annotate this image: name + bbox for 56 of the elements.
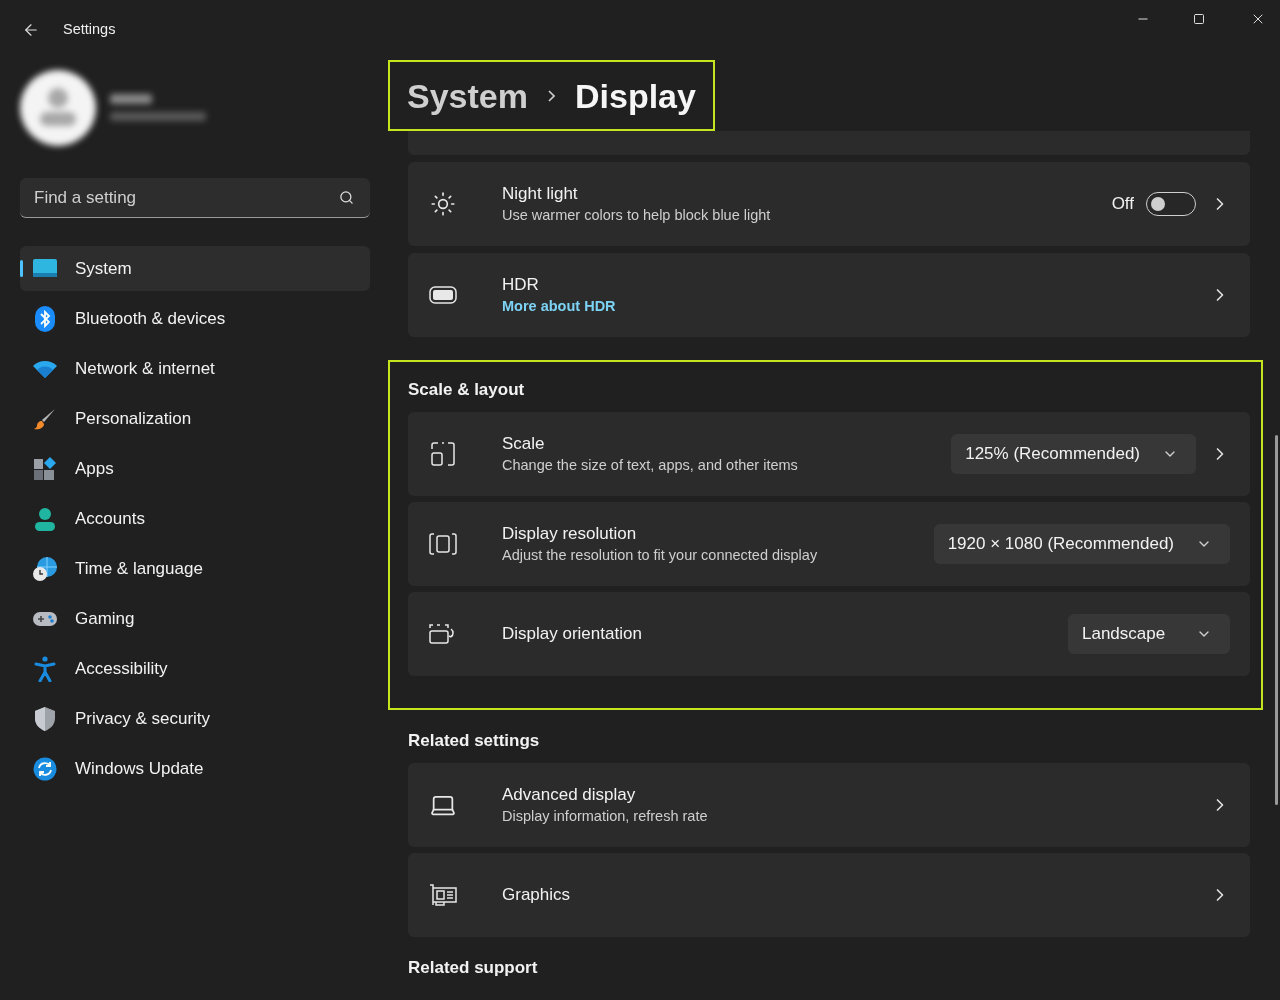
section-heading: Related support [408,957,539,979]
resolution-icon [428,532,458,556]
setting-title: Night light [502,182,579,205]
globe-clock-icon [31,555,59,582]
hdr-link[interactable]: More about HDR [502,295,616,316]
apps-icon [31,456,59,481]
dropdown[interactable]: 125% (Recommended) [951,434,1196,474]
scale-icon [428,441,458,467]
search-icon [339,190,354,205]
nav-item[interactable]: Gaming [20,596,370,641]
dropdown[interactable]: 1920 × 1080 (Recommended) [933,524,1230,564]
setting-title: Scale [502,432,546,455]
setting-description: Display information, refresh rate [502,806,708,826]
window-title: Settings [63,20,116,40]
setting-description: Adjust the resolution to fit your connected display [502,545,818,565]
wifi-icon [31,358,59,379]
sync-icon [31,756,59,781]
nav-item[interactable]: Privacy & security [20,696,370,741]
back-icon[interactable] [22,21,40,39]
section-heading: Scale & layout [408,379,526,401]
scrollbar[interactable] [1275,435,1278,805]
nav-item[interactable]: Network & internet [20,346,370,391]
setting-card[interactable]: Advanced display Display information, refresh rate [408,763,1250,847]
nav-item[interactable]: System [20,246,370,291]
graphics-card-icon [428,883,458,907]
setting-description: Use warmer colors to help block blue light [502,205,771,225]
breadcrumb-separator-icon [547,89,555,102]
page-title: Display [574,78,696,113]
setting-title: Advanced display [502,783,637,806]
setting-description: Change the size of text, apps, and other items [502,455,798,475]
maximize-icon[interactable] [1193,13,1205,25]
setting-title: HDR [502,273,540,296]
toggle-state: Off [1111,193,1134,216]
dropdown[interactable]: Landscape [1068,614,1230,654]
setting-card[interactable]: Scale Change the size of text, apps, and other items 125% (Recommended) [408,412,1250,496]
nav-item[interactable]: Time & language [20,546,370,591]
nav-item[interactable]: Personalization [20,396,370,441]
nav-item[interactable]: Accounts [20,496,370,541]
monitor-icon [31,257,59,280]
setting-card[interactable]: Display resolution Adjust the resolution to fit your connected display 1920 × 1080 (Recommended) [408,502,1250,586]
search-field[interactable]: Find a setting [20,178,370,218]
toggle-switch[interactable] [1146,192,1196,216]
nav-item[interactable]: Bluetooth & devices [20,296,370,341]
breadcrumb-parent[interactable]: System [407,78,528,113]
section-heading: Related settings [408,730,541,752]
setting-title: Display resolution [502,522,638,545]
setting-card[interactable]: Display orientation Landscape [408,592,1250,676]
nav-item[interactable]: Windows Update [20,746,370,791]
setting-card[interactable]: Night light Use warmer colors to help block blue light Off [408,162,1250,246]
setting-card[interactable]: HDR More about HDR [408,253,1250,337]
nav-item[interactable]: Apps [20,446,370,491]
gamepad-icon [31,609,59,628]
nav-item[interactable]: Accessibility [20,646,370,691]
setting-title: Display orientation [502,622,642,645]
setting-title: Graphics [502,883,571,906]
setting-card[interactable]: Graphics [408,853,1250,937]
